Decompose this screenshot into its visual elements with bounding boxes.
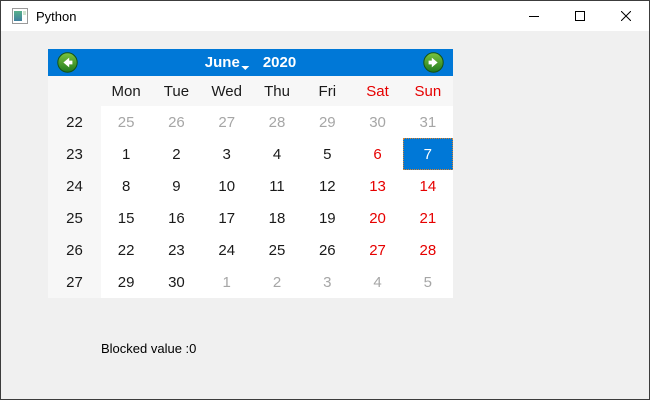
calendar-day-cell[interactable]: 30 — [352, 106, 403, 138]
calendar-day-cell[interactable]: 5 — [402, 266, 453, 298]
calendar-day-cell[interactable]: 23 — [151, 234, 202, 266]
day-header-wed: Wed — [201, 76, 252, 106]
calendar-day-cell[interactable]: 24 — [201, 234, 252, 266]
blocked-value-label: Blocked value :0 — [101, 341, 197, 356]
maximize-icon — [575, 11, 585, 21]
calendar-day-cell[interactable]: 28 — [402, 234, 453, 266]
week-number: 22 — [48, 106, 101, 138]
next-month-button[interactable] — [423, 52, 444, 73]
calendar-day-cell[interactable]: 29 — [101, 266, 152, 298]
prev-month-button[interactable] — [57, 52, 78, 73]
calendar-day-cell[interactable]: 28 — [251, 106, 303, 138]
app-window-icon — [12, 8, 28, 24]
day-header-mon: Mon — [101, 76, 152, 106]
calendar-day-cell[interactable]: 3 — [302, 266, 353, 298]
minimize-button[interactable] — [511, 1, 557, 31]
calendar-day-cell[interactable]: 21 — [402, 202, 453, 234]
month-button[interactable]: June — [205, 54, 240, 71]
month-dropdown-icon[interactable] — [240, 65, 249, 70]
calendar-day-cell[interactable]: 14 — [402, 170, 453, 202]
calendar-corner-cell — [48, 76, 101, 106]
calendar-day-cell[interactable]: 1 — [201, 266, 252, 298]
close-icon — [621, 11, 631, 21]
title-bar: Python — [1, 1, 649, 31]
calendar-day-cell[interactable]: 7 — [402, 138, 453, 170]
calendar-day-cell[interactable]: 9 — [151, 170, 202, 202]
calendar-day-cell[interactable]: 10 — [201, 170, 252, 202]
app-icon-pane — [14, 11, 22, 21]
calendar-day-cell[interactable]: 25 — [101, 106, 152, 138]
calendar-day-cell[interactable]: 29 — [302, 106, 353, 138]
calendar-day-cell[interactable]: 12 — [302, 170, 353, 202]
calendar-day-cell[interactable]: 19 — [302, 202, 353, 234]
calendar-day-cell[interactable]: 30 — [151, 266, 202, 298]
calendar-day-cell[interactable]: 22 — [101, 234, 152, 266]
app-icon-strip — [23, 11, 26, 15]
calendar-day-cell[interactable]: 15 — [101, 202, 152, 234]
close-button[interactable] — [603, 1, 649, 31]
maximize-button[interactable] — [557, 1, 603, 31]
calendar-day-cell[interactable]: 16 — [151, 202, 202, 234]
day-header-sun: Sun — [402, 76, 453, 106]
calendar-day-cell[interactable]: 31 — [402, 106, 453, 138]
calendar-day-cell[interactable]: 8 — [101, 170, 152, 202]
calendar-day-cell[interactable]: 18 — [251, 202, 303, 234]
day-header-sat: Sat — [352, 76, 403, 106]
calendar-day-cell[interactable]: 27 — [352, 234, 403, 266]
calendar-day-cell[interactable]: 17 — [201, 202, 252, 234]
week-number: 23 — [48, 138, 101, 170]
calendar-widget: June 2020 Mon Tue Wed Thu Fri Sat Sun 22 25 — [48, 49, 453, 298]
calendar-grid: Mon Tue Wed Thu Fri Sat Sun 22 25 26 27 28 29 30 31 23 1… — [48, 76, 453, 298]
week-number: 25 — [48, 202, 101, 234]
prev-month-arrow-icon — [57, 52, 78, 73]
day-header-thu: Thu — [251, 76, 303, 106]
window-title: Python — [36, 8, 77, 24]
calendar-day-cell[interactable]: 27 — [201, 106, 252, 138]
calendar-day-cell[interactable]: 4 — [251, 138, 303, 170]
week-number: 27 — [48, 266, 101, 298]
week-number: 26 — [48, 234, 101, 266]
calendar-day-cell[interactable]: 4 — [352, 266, 403, 298]
calendar-day-cell[interactable]: 2 — [251, 266, 303, 298]
calendar-nav-bar: June 2020 — [48, 49, 453, 76]
calendar-title: June 2020 — [205, 49, 296, 76]
calendar-day-cell[interactable]: 6 — [352, 138, 403, 170]
calendar-day-cell[interactable]: 25 — [251, 234, 303, 266]
next-month-arrow-icon — [423, 52, 444, 73]
year-button[interactable]: 2020 — [263, 54, 296, 71]
calendar-day-cell[interactable]: 20 — [352, 202, 403, 234]
calendar-day-cell[interactable]: 2 — [151, 138, 202, 170]
calendar-day-cell[interactable]: 3 — [201, 138, 252, 170]
day-header-fri: Fri — [302, 76, 353, 106]
calendar-day-cell[interactable]: 26 — [302, 234, 353, 266]
calendar-day-cell[interactable]: 5 — [302, 138, 353, 170]
day-header-tue: Tue — [151, 76, 202, 106]
week-number: 24 — [48, 170, 101, 202]
calendar-day-cell[interactable]: 26 — [151, 106, 202, 138]
calendar-day-cell[interactable]: 11 — [251, 170, 303, 202]
calendar-day-cell[interactable]: 13 — [352, 170, 403, 202]
calendar-day-cell[interactable]: 1 — [101, 138, 152, 170]
minimize-icon — [529, 15, 539, 17]
app-window: Python June 2020 Mon Tue Wed Thu Fri Sat… — [0, 0, 650, 400]
